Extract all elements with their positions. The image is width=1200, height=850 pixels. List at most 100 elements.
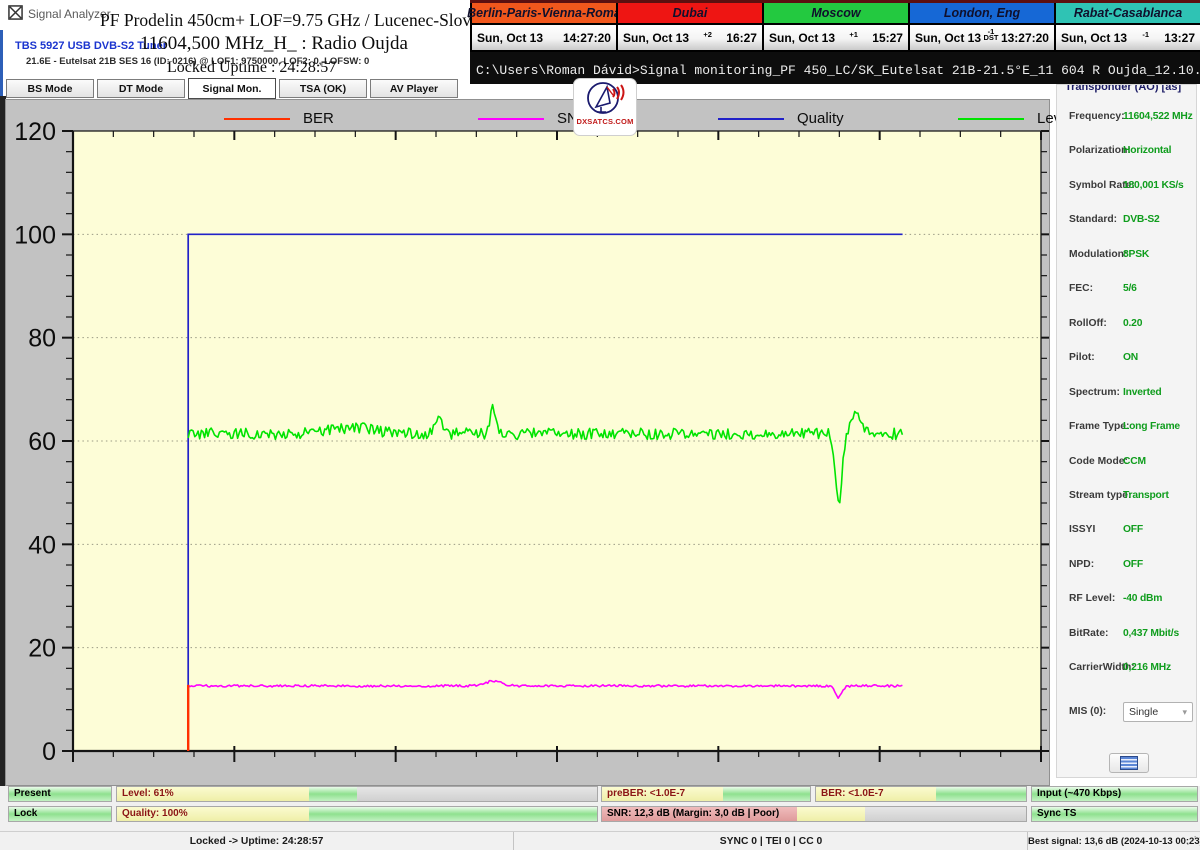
svg-text:120: 120 bbox=[14, 118, 56, 146]
transponder-row: ISSYI OFF bbox=[1057, 524, 1196, 538]
tab-bar: BS ModeDT ModeSignal Mon.TSA (OK)AV Play… bbox=[6, 79, 458, 99]
legend-swatch bbox=[958, 118, 1024, 120]
statusbar-best-signal: Best signal: 13,6 dB (2024-10-13 00:23) bbox=[1027, 832, 1200, 850]
svg-text:20: 20 bbox=[28, 635, 56, 663]
transponder-row-value: 0,216 MHz bbox=[1123, 662, 1171, 673]
list-icon bbox=[1120, 756, 1138, 770]
statusbar-sync: SYNC 0 | TEI 0 | CC 0 bbox=[513, 832, 1028, 850]
transponder-row-value: 5/6 bbox=[1123, 283, 1137, 294]
tab-dt-mode[interactable]: DT Mode bbox=[97, 79, 185, 98]
app-title: Signal Analyzer bbox=[28, 7, 111, 21]
tab-av-player[interactable]: AV Player bbox=[370, 79, 458, 98]
transponder-row-label: Polarization: bbox=[1069, 145, 1131, 156]
transponder-row-label: Frequency: bbox=[1069, 111, 1125, 122]
clock-city: Berlin-Paris-Vienna-Roma bbox=[467, 6, 621, 20]
clock-date: Sun, Oct 13 bbox=[915, 31, 981, 45]
mis-label: MIS (0): bbox=[1069, 706, 1106, 717]
bar-label: Level: 61% bbox=[122, 787, 174, 801]
bar-zone-green bbox=[309, 807, 597, 821]
transponder-row-value: Long Frame bbox=[1123, 421, 1180, 432]
bar-ber: BER: <1.0E-7 bbox=[815, 786, 1027, 802]
transponder-row: Pilot: ON bbox=[1057, 352, 1196, 366]
legend-label: Quality bbox=[797, 110, 844, 127]
bar-preber: preBER: <1.0E-7 bbox=[601, 786, 811, 802]
svg-text:40: 40 bbox=[28, 531, 56, 559]
chevron-down-icon: ▾ bbox=[1182, 707, 1187, 718]
transponder-row: Symbol Rate:180,001 KS/s bbox=[1057, 180, 1196, 194]
tab-signal-mon[interactable]: Signal Mon. bbox=[188, 78, 276, 99]
bar-label: Present bbox=[14, 787, 51, 801]
resize-grip[interactable]: ⋰ bbox=[1186, 832, 1197, 850]
transponder-row-label: NPD: bbox=[1069, 559, 1094, 570]
transponder-row-label: Frame Type: bbox=[1069, 421, 1129, 432]
transponder-row-label: ISSYI bbox=[1069, 524, 1095, 535]
clock-time: 14:27:20 bbox=[563, 31, 611, 45]
transponder-list-button[interactable] bbox=[1109, 753, 1149, 773]
dxsatcs-logo: DXSATCS.COM bbox=[573, 78, 637, 136]
svg-text:80: 80 bbox=[28, 325, 56, 353]
bar-input: Input (~470 Kbps) bbox=[1031, 786, 1198, 802]
clock-utc-offset: -1 bbox=[1142, 32, 1149, 38]
transponder-row: Frequency:11604,522 MHz bbox=[1057, 111, 1196, 125]
bar-snr: SNR: 12,3 dB (Margin: 3,0 dB | Poor) bbox=[601, 806, 1027, 822]
tab-tsa-ok[interactable]: TSA (OK) bbox=[279, 79, 367, 98]
mis-value: Single bbox=[1129, 706, 1158, 718]
transponder-panel: Transponder (AO) [as] Frequency:11604,52… bbox=[1056, 84, 1197, 778]
legend-label: BER bbox=[303, 110, 334, 127]
tab-bs-mode[interactable]: BS Mode bbox=[6, 79, 94, 98]
clock-dst-note: DST bbox=[983, 35, 998, 41]
transponder-row-value: 0,437 Mbit/s bbox=[1123, 628, 1179, 639]
legend-swatch bbox=[718, 118, 784, 120]
console-prompt: C:\Users\Roman Dávid>Signal monitoring_P… bbox=[470, 52, 1200, 78]
world-clocks: Berlin-Paris-Vienna-Roma Sun, Oct 13 14:27… bbox=[470, 0, 1200, 52]
bar-label: Input (~470 Kbps) bbox=[1037, 787, 1121, 801]
clock-city: Dubai bbox=[673, 6, 708, 20]
statusbar-uptime: Locked -> Uptime: 24:28:57 bbox=[0, 832, 513, 850]
clock-time: 13:27:20 bbox=[1001, 31, 1049, 45]
transponder-row: RF Level:-40 dBm bbox=[1057, 593, 1196, 607]
svg-text:60: 60 bbox=[28, 428, 56, 456]
transponder-row-label: FEC: bbox=[1069, 283, 1093, 294]
locked-uptime: Locked Uptime : 24:28:57 bbox=[167, 59, 336, 77]
transponder-row-value: CCM bbox=[1123, 456, 1146, 467]
transponder-row-value: ON bbox=[1123, 352, 1138, 363]
transponder-row-label: RollOff: bbox=[1069, 318, 1107, 329]
satellite-dish-icon bbox=[583, 79, 627, 119]
clock-3: London, EngSun, Oct 13-1DST13:27:20 bbox=[908, 3, 1054, 50]
bar-syncts: Sync TS bbox=[1031, 806, 1198, 822]
transponder-row-label: Spectrum: bbox=[1069, 387, 1120, 398]
bar-zone-yellow bbox=[797, 807, 865, 821]
bar-label: BER: <1.0E-7 bbox=[821, 787, 884, 801]
transponder-row: Standard:DVB-S2 bbox=[1057, 214, 1196, 228]
dxsatcs-text: DXSATCS.COM bbox=[576, 117, 633, 126]
transponder-row: CarrierWidth:0,216 MHz bbox=[1057, 662, 1196, 676]
bar-zone-green bbox=[309, 787, 357, 801]
legend-swatch bbox=[478, 118, 544, 120]
signal-analyzer-icon bbox=[8, 5, 23, 20]
clock-utc-offset: +1 bbox=[849, 32, 858, 38]
transponder-row-value: OFF bbox=[1123, 524, 1143, 535]
channel-title: 11604,500 MHz_H_ : Radio Oujda bbox=[140, 33, 408, 55]
bar-label: Sync TS bbox=[1037, 807, 1076, 821]
overlay-title: PF Prodelin 450cm+ LOF=9.75 GHz / Lucene… bbox=[100, 10, 500, 31]
transponder-row-value: 8PSK bbox=[1123, 249, 1149, 260]
transponder-row-label: BitRate: bbox=[1069, 628, 1108, 639]
bar-zone-green bbox=[936, 787, 1026, 801]
bar-level: Level: 61% bbox=[116, 786, 598, 802]
clock-utc-offset: +2 bbox=[703, 32, 712, 38]
clock-time: 16:27 bbox=[726, 31, 757, 45]
clock-date: Sun, Oct 13 bbox=[769, 31, 835, 45]
transponder-row-value: DVB-S2 bbox=[1123, 214, 1160, 225]
transponder-row-value: -40 dBm bbox=[1123, 593, 1162, 604]
transponder-row-label: Pilot: bbox=[1069, 352, 1095, 363]
bar-quality: Quality: 100% bbox=[116, 806, 598, 822]
screen: Signal Analyzer PF Prodelin 450cm+ LOF=9… bbox=[0, 0, 1200, 850]
transponder-header: Transponder (AO) [as] bbox=[1057, 84, 1196, 93]
transponder-row: Modulation:8PSK bbox=[1057, 249, 1196, 263]
transponder-row-label: Code Mode: bbox=[1069, 456, 1128, 467]
bar-label: preBER: <1.0E-7 bbox=[607, 787, 685, 801]
transponder-row-label: Modulation: bbox=[1069, 249, 1127, 260]
transponder-row: BitRate: 0,437 Mbit/s bbox=[1057, 628, 1196, 642]
bar-zone-gray bbox=[357, 787, 597, 801]
mis-select[interactable]: Single ▾ bbox=[1123, 702, 1193, 722]
